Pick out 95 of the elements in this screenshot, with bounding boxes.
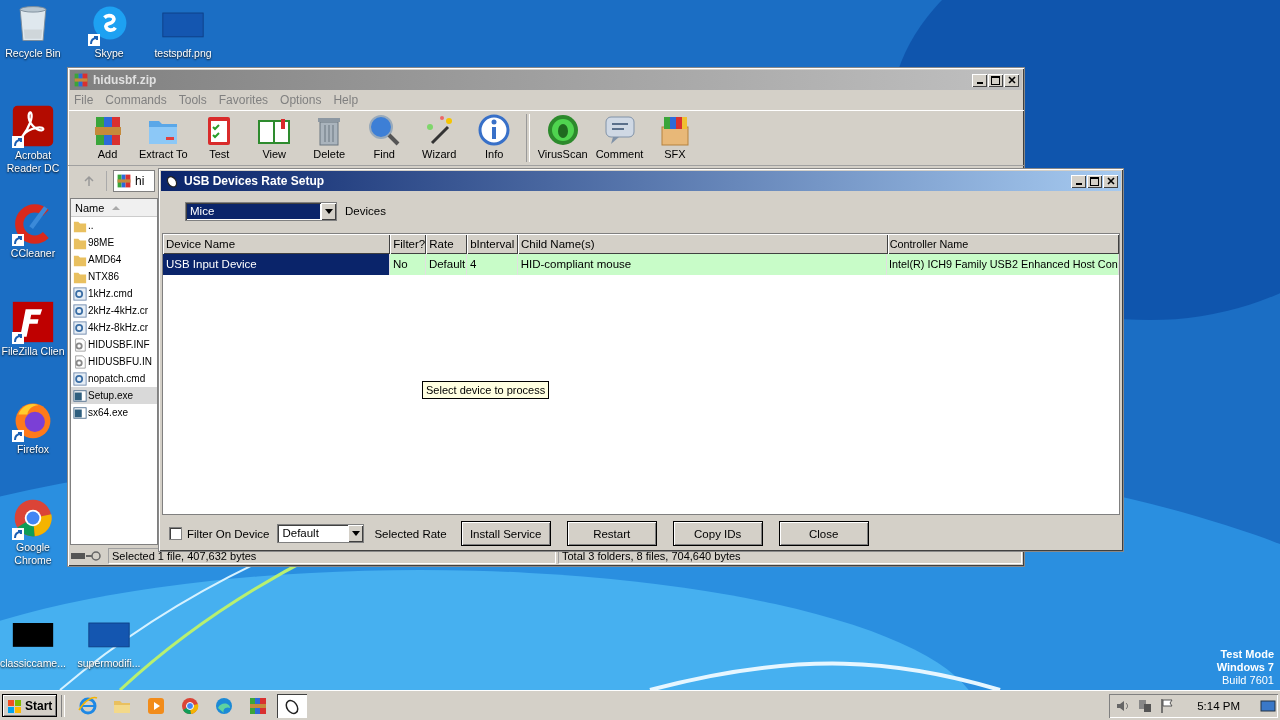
dialog-button[interactable]: Restart <box>566 521 657 546</box>
toolbar-button[interactable]: Test <box>191 113 247 161</box>
desktop-icon-label[interactable]: testspdf.png <box>154 47 212 60</box>
desktop-icon-label[interactable]: CCleaner <box>10 247 56 260</box>
gear-document-icon <box>73 286 87 301</box>
column-header[interactable]: Filter? <box>390 234 427 254</box>
magnifier-icon <box>367 113 402 147</box>
stacked-books-icon <box>248 695 269 716</box>
toolbar-button[interactable]: Wizard <box>411 113 467 161</box>
file-list-item[interactable]: 4kHz-8kHz.cr <box>71 319 157 336</box>
desktop-icon-label[interactable]: Skype <box>94 47 124 60</box>
file-list-item[interactable]: HIDUSBFU.IN <box>71 353 157 370</box>
file-list-item[interactable]: 1kHz.cmd <box>71 285 157 302</box>
toolbar-button[interactable]: Extract To <box>135 113 192 161</box>
mouse-icon <box>164 173 180 189</box>
close-button[interactable] <box>1103 174 1118 188</box>
column-header[interactable]: Device Name <box>163 234 391 254</box>
file-list-item[interactable]: Setup.exe <box>71 387 157 404</box>
system-info-text: Build 7601 <box>1222 674 1274 687</box>
info-icon <box>477 113 512 147</box>
file-list-item[interactable]: nopatch.cmd <box>71 370 157 387</box>
device-row[interactable]: USB Input Device No Default 4 HID-compliant mouse Intel(R) ICH9 Family USB2 Enhanced Host Con <box>163 254 1119 275</box>
desktop-icon-label[interactable]: Firefox <box>16 443 50 456</box>
toolbar-button[interactable]: Comment <box>591 113 648 161</box>
clock[interactable]: 5:14 PM <box>1197 699 1240 712</box>
toolbar-button[interactable]: Find <box>356 113 412 161</box>
toolbar-button[interactable]: Info <box>466 113 522 161</box>
dialog-button[interactable]: Copy IDs <box>672 521 763 546</box>
system-info-text: Windows 7 <box>1216 661 1274 674</box>
program-window-icon <box>73 405 87 420</box>
maximize-button[interactable] <box>1087 174 1102 188</box>
wave-browser-icon <box>214 695 235 716</box>
desktop-icon-label[interactable]: Recycle Bin <box>5 47 61 60</box>
column-header[interactable]: bInterval <box>467 234 518 254</box>
sort-arrow-icon <box>112 205 121 210</box>
window-title: hidusbf.zip <box>93 73 158 87</box>
start-button[interactable]: Start <box>2 694 58 717</box>
windows-logo-icon <box>7 697 23 714</box>
table-cell: USB Input Device <box>163 254 390 275</box>
devices-label: Devices <box>345 205 386 217</box>
toolbar-button[interactable]: VirusScan <box>533 113 592 161</box>
file-list-item[interactable]: sx64.exe <box>71 404 157 421</box>
program-window-icon <box>73 388 87 403</box>
desktop-icon-label[interactable]: Acrobat Reader DC <box>0 149 66 175</box>
table-cell: No <box>390 254 426 275</box>
checkbox[interactable] <box>169 527 182 540</box>
gear-document-icon <box>73 354 87 369</box>
speech-bubble-icon <box>602 113 637 147</box>
stacked-books-icon <box>116 173 132 189</box>
table-cell: HID-compliant mouse <box>517 254 887 275</box>
dialog-button[interactable]: Close <box>778 521 869 546</box>
device-type-dropdown[interactable]: Mice <box>185 201 337 221</box>
file-list-item[interactable]: AMD64 <box>71 251 157 268</box>
tooltip: Select device to process <box>422 381 550 399</box>
flag-icon[interactable] <box>1159 697 1176 714</box>
gear-document-icon <box>73 371 87 386</box>
file-list-item[interactable]: .. <box>71 217 157 234</box>
stacked-books-icon <box>73 72 89 88</box>
file-list-item[interactable]: HIDUSBF.INF <box>71 336 157 353</box>
play-icon <box>146 695 167 716</box>
toolbar-button[interactable]: Add <box>80 113 135 161</box>
table-cell: Intel(R) ICH9 Family USB2 Enhanced Host Con <box>887 254 1119 275</box>
taskbar-app-button[interactable] <box>277 693 308 718</box>
file-list-item[interactable]: 98ME <box>71 234 157 251</box>
rate-label: Selected Rate <box>374 527 447 540</box>
show-desktop-icon[interactable] <box>1260 697 1276 714</box>
rate-dropdown[interactable]: Default <box>277 524 365 543</box>
gear-document-icon <box>73 320 87 335</box>
address-field[interactable]: hi <box>113 170 155 192</box>
toolbar-button[interactable]: Delete <box>301 113 357 161</box>
window-title: USB Devices Rate Setup <box>184 174 326 188</box>
toolbar-button[interactable]: SFX <box>647 113 703 161</box>
minimize-button[interactable] <box>1071 174 1086 188</box>
file-list-item[interactable]: 2kHz-4kHz.cr <box>71 302 157 319</box>
dropdown-arrow-icon <box>324 208 333 214</box>
dialog-button[interactable]: Install Service <box>460 521 551 546</box>
column-header[interactable]: Rate <box>426 234 468 254</box>
round-browser-icon <box>180 695 201 716</box>
column-header[interactable]: Name <box>71 199 157 217</box>
file-list-item[interactable]: NTX86 <box>71 268 157 285</box>
gear-document-icon <box>73 303 87 318</box>
desktop-icon-label[interactable]: FileZilla Clien <box>1 345 65 358</box>
up-arrow-icon <box>83 175 95 187</box>
gear-document-icon <box>73 337 87 352</box>
table-cell: 4 <box>466 254 518 275</box>
toolbar-button[interactable]: View <box>246 113 302 161</box>
e-globe-icon <box>78 695 99 716</box>
table-cell: Default <box>425 254 467 275</box>
column-header[interactable]: Child Name(s) <box>517 234 888 254</box>
column-header[interactable]: Controller Name <box>887 234 1119 254</box>
bug-icon <box>545 113 580 147</box>
checkbox-label[interactable]: Filter On Device <box>187 527 270 540</box>
network-icon[interactable] <box>1137 697 1154 714</box>
dropdown-arrow-icon <box>351 531 360 536</box>
system-info-text: Test Mode <box>1220 648 1274 661</box>
